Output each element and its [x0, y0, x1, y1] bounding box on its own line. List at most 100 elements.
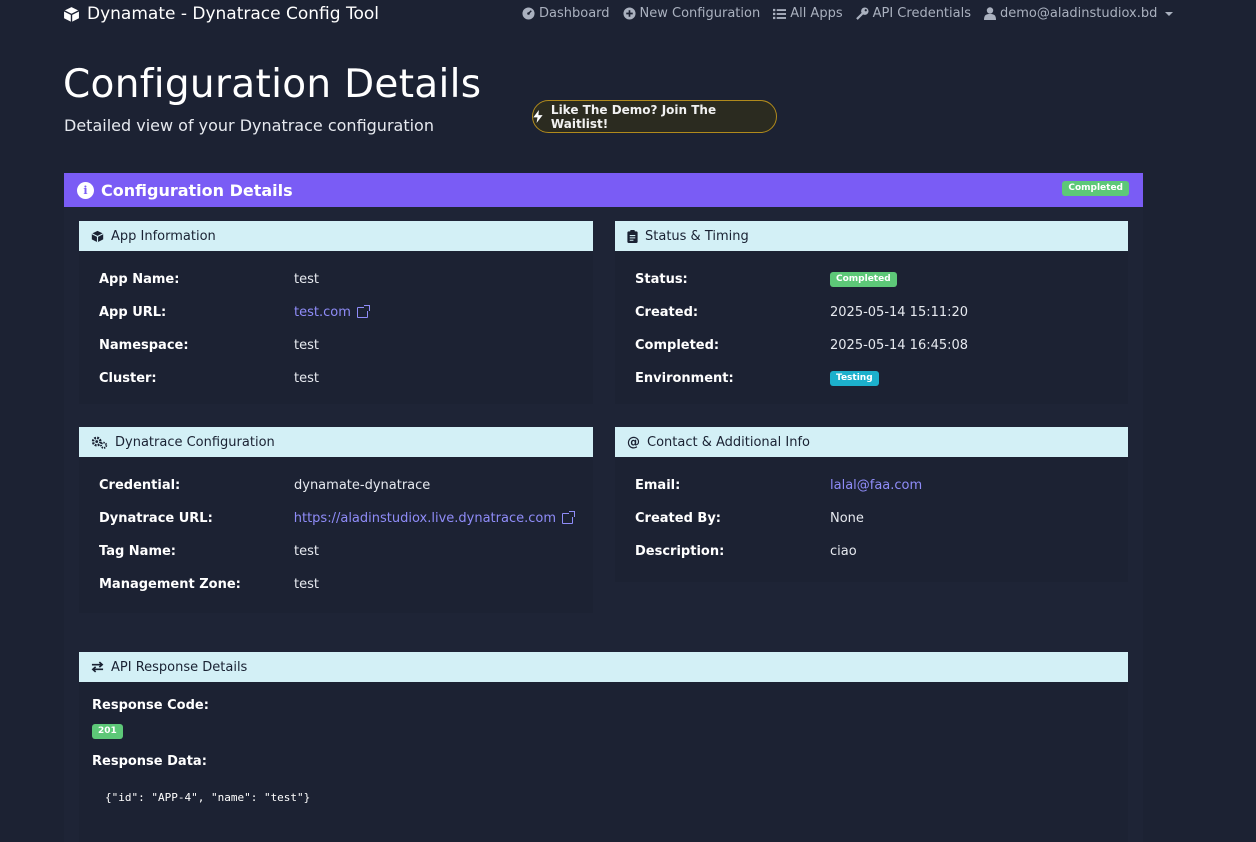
- management-zone-label: Management Zone:: [99, 577, 241, 592]
- status-timing-title: Status & Timing: [645, 228, 749, 244]
- app-information-section: App Information App Name: test App URL: …: [79, 221, 593, 404]
- environment-label: Environment:: [635, 371, 734, 386]
- response-code-badge: 201: [92, 724, 123, 739]
- status-label: Status:: [635, 272, 688, 287]
- cluster-row: Cluster: test: [99, 371, 573, 404]
- info-icon: i: [77, 181, 94, 199]
- namespace-value: test: [294, 338, 319, 353]
- email-link[interactable]: lalal@faa.com: [830, 478, 922, 493]
- contact-info-section: @ Contact & Additional Info Email: lalal…: [615, 427, 1128, 582]
- app-url-row: App URL: test.com: [99, 305, 573, 338]
- dynatrace-url-link[interactable]: https://aladinstudiox.live.dynatrace.com: [294, 511, 556, 526]
- nav-menu: Dashboard New Configuration All Apps API…: [522, 6, 1174, 21]
- description-row: Description: ciao: [635, 544, 1108, 577]
- credential-value: dynamate-dynatrace: [294, 478, 431, 493]
- gauge-icon: [522, 7, 535, 20]
- user-menu-label: demo@aladinstudiox.bd: [1000, 6, 1158, 21]
- list-icon: [773, 8, 787, 19]
- join-waitlist-button[interactable]: Like The Demo? Join The Waitlist!: [532, 100, 777, 133]
- nav-api-credentials[interactable]: API Credentials: [855, 6, 971, 21]
- created-row: Created: 2025-05-14 15:11:20: [635, 305, 1108, 338]
- at-icon: @: [627, 434, 640, 450]
- email-label: Email:: [635, 478, 681, 493]
- cube-icon: [63, 6, 80, 22]
- brand-label: Dynamate - Dynatrace Config Tool: [87, 4, 379, 24]
- cluster-value: test: [294, 371, 319, 386]
- status-timing-section: Status & Timing Status: Completed Create…: [615, 221, 1128, 404]
- nav-all-apps-label: All Apps: [790, 6, 843, 21]
- created-by-row: Created By: None: [635, 511, 1108, 544]
- user-icon: [984, 7, 996, 20]
- external-link-icon[interactable]: [562, 511, 575, 524]
- configuration-card-title: Configuration Details: [101, 180, 293, 200]
- app-url-link[interactable]: test.com: [294, 305, 351, 320]
- app-information-header: App Information: [79, 221, 593, 251]
- app-url-label: App URL:: [99, 305, 167, 320]
- email-row: Email: lalal@faa.com: [635, 478, 1108, 511]
- nav-dashboard[interactable]: Dashboard: [522, 6, 610, 21]
- contact-info-header: @ Contact & Additional Info: [615, 427, 1128, 457]
- navbar: Dynamate - Dynatrace Config Tool Dashboa…: [0, 0, 1256, 30]
- configuration-card-header: i Configuration Details Completed: [64, 173, 1143, 207]
- management-zone-row: Management Zone: test: [99, 577, 573, 610]
- status-badge: Completed: [1062, 181, 1129, 196]
- cluster-label: Cluster:: [99, 371, 157, 386]
- tag-name-value: test: [294, 544, 319, 559]
- nav-api-credentials-label: API Credentials: [872, 6, 971, 21]
- app-information-title: App Information: [111, 228, 216, 244]
- nav-new-configuration[interactable]: New Configuration: [622, 6, 761, 21]
- brand[interactable]: Dynamate - Dynatrace Config Tool: [63, 4, 379, 24]
- description-value: ciao: [830, 544, 857, 559]
- status-timing-header: Status & Timing: [615, 221, 1128, 251]
- tag-name-row: Tag Name: test: [99, 544, 573, 577]
- page-title: Configuration Details: [63, 62, 482, 107]
- cube-icon: [91, 230, 104, 242]
- status-row: Status: Completed: [635, 272, 1108, 305]
- tag-name-label: Tag Name:: [99, 544, 177, 559]
- status-value-badge: Completed: [830, 272, 897, 287]
- credential-label: Credential:: [99, 478, 181, 493]
- dynatrace-url-row: Dynatrace URL: https://aladinstudiox.liv…: [99, 511, 575, 544]
- created-value: 2025-05-14 15:11:20: [830, 305, 969, 320]
- created-label: Created:: [635, 305, 699, 320]
- completed-label: Completed:: [635, 338, 720, 353]
- clipboard-icon: [627, 229, 638, 243]
- environment-badge: Testing: [830, 371, 879, 386]
- page-subtitle: Detailed view of your Dynatrace configur…: [64, 116, 434, 135]
- external-link-icon[interactable]: [356, 305, 370, 318]
- nav-all-apps[interactable]: All Apps: [773, 6, 843, 21]
- credential-row: Credential: dynamate-dynatrace: [99, 478, 573, 511]
- response-data-code: {"id": "APP-4", "name": "test"}: [105, 791, 311, 804]
- environment-row: Environment: Testing: [635, 371, 1108, 404]
- join-waitlist-label: Like The Demo? Join The Waitlist!: [550, 102, 717, 131]
- app-name-label: App Name:: [99, 272, 180, 287]
- dynatrace-configuration-section: Dynatrace Configuration Credential: dyna…: [79, 427, 593, 613]
- cogs-icon: [91, 436, 108, 449]
- nav-dashboard-label: Dashboard: [539, 6, 610, 21]
- chevron-down-icon: [1165, 11, 1174, 16]
- key-icon: [855, 7, 869, 20]
- response-code-label: Response Code:: [92, 698, 209, 713]
- namespace-row: Namespace: test: [99, 338, 573, 371]
- dynatrace-configuration-header: Dynatrace Configuration: [79, 427, 593, 457]
- exchange-icon: [91, 661, 104, 673]
- completed-value: 2025-05-14 16:45:08: [830, 338, 969, 353]
- api-response-title: API Response Details: [111, 659, 248, 675]
- contact-info-title: Contact & Additional Info: [647, 434, 810, 450]
- api-response-header: API Response Details: [79, 652, 1128, 682]
- user-menu[interactable]: demo@aladinstudiox.bd: [984, 6, 1174, 21]
- api-response-section: API Response Details Response Code: 201 …: [79, 652, 1128, 842]
- response-data-label: Response Data:: [92, 754, 207, 769]
- plus-circle-icon: [622, 7, 636, 20]
- management-zone-value: test: [294, 577, 319, 592]
- completed-row: Completed: 2025-05-14 16:45:08: [635, 338, 1108, 371]
- dynatrace-configuration-title: Dynatrace Configuration: [115, 434, 275, 450]
- app-name-row: App Name: test: [99, 272, 573, 305]
- created-by-label: Created By:: [635, 511, 721, 526]
- nav-new-configuration-label: New Configuration: [639, 6, 761, 21]
- namespace-label: Namespace:: [99, 338, 189, 353]
- app-name-value: test: [294, 272, 319, 287]
- created-by-value: None: [830, 511, 864, 526]
- configuration-card: i Configuration Details Completed App In…: [64, 173, 1143, 842]
- dynatrace-url-label: Dynatrace URL:: [99, 511, 213, 526]
